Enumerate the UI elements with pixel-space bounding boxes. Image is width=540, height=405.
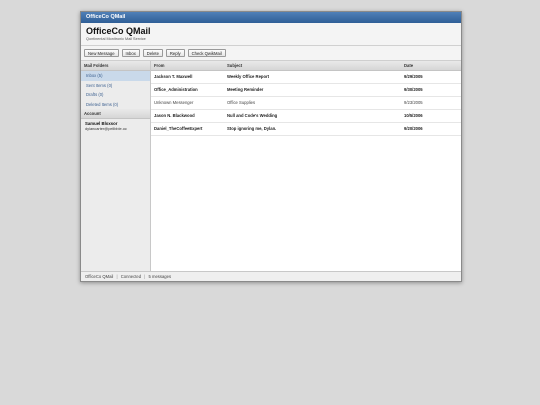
folder-deleted-items[interactable]: Deleted Items (0) <box>81 100 150 110</box>
window-titlebar: OfficeCo QMail <box>81 12 461 23</box>
status-app-name: OfficeCo QMail <box>85 274 114 279</box>
app-name: OfficeCo QMail <box>86 26 151 36</box>
message-subject: Meeting Reminder <box>227 87 264 92</box>
status-separator: | <box>144 274 146 279</box>
column-header-subject[interactable]: Subject <box>227 61 404 70</box>
message-list-header: From Subject Date <box>151 61 461 71</box>
status-separator: | <box>116 274 118 279</box>
message-subject: Weekly Office Report <box>227 74 270 79</box>
account-info: Samuel Bloxsor dylancarter@pellbble.oc <box>81 119 150 131</box>
message-row[interactable]: Jason N. Blackwood Null and Code's Weddi… <box>151 110 461 123</box>
column-header-from[interactable]: From <box>151 61 227 70</box>
message-from: Jackson T. Maxwell <box>154 74 193 79</box>
message-list: From Subject Date Jackson T. Maxwell Wee… <box>151 61 461 272</box>
message-row[interactable]: Daniel_TheCoffeeExpert Stop ignoring me,… <box>151 123 461 136</box>
message-subject: Null and Code's Wedding <box>227 113 278 118</box>
message-date: 9/20/2006 <box>404 126 423 131</box>
new-message-button[interactable]: New Message <box>84 49 119 57</box>
column-header-date[interactable]: Date <box>404 61 461 70</box>
sidebar: Mail Folders Inbox (5) Sent Items (0) Dr… <box>81 61 151 272</box>
reply-button[interactable]: Reply <box>165 49 185 57</box>
account-heading: Account <box>81 109 150 119</box>
message-row[interactable]: Office_Administration Meeting Reminder 9… <box>151 84 461 97</box>
app-header: OfficeCo QMail Qontinental Monitronic Ma… <box>81 23 461 46</box>
message-date: 9/30/2005 <box>404 87 423 92</box>
folders-heading: Mail Folders <box>81 61 150 71</box>
delete-button[interactable]: Delete <box>142 49 163 57</box>
account-email: dylancarter@pellbble.oc <box>85 126 127 131</box>
message-from: Jason N. Blackwood <box>154 113 195 118</box>
message-date: 10/5/2006 <box>404 113 423 118</box>
inbox-button[interactable]: Inbox <box>121 49 140 57</box>
folder-drafts[interactable]: Drafts (0) <box>81 90 150 100</box>
status-message-count: 5 messages <box>148 274 172 279</box>
message-row[interactable]: Jackson T. Maxwell Weekly Office Report … <box>151 71 461 84</box>
folder-sent-items[interactable]: Sent Items (0) <box>81 81 150 91</box>
message-date: 9/29/2005 <box>404 74 423 79</box>
message-from: Office_Administration <box>154 87 198 92</box>
message-subject: Stop ignoring me, Dylan. <box>227 126 277 131</box>
status-connection: Connected <box>120 274 142 279</box>
folder-inbox[interactable]: Inbox (5) <box>81 71 150 81</box>
message-row[interactable]: Unknown Messenger Office Supplies 9/23/2… <box>151 97 461 110</box>
message-from: Daniel_TheCoffeeExpert <box>154 126 203 131</box>
message-from: Unknown Messenger <box>154 100 194 105</box>
status-bar: OfficeCo QMail | Connected | 5 messages <box>81 271 461 281</box>
app-subtitle: Qontinental Monitronic Mail Service <box>86 37 146 41</box>
toolbar: New Message Inbox Delete Reply Check Qwi… <box>81 46 461 61</box>
mail-body: Mail Folders Inbox (5) Sent Items (0) Dr… <box>81 61 461 272</box>
check-mail-button[interactable]: Check QwikMail <box>187 49 226 57</box>
message-subject: Office Supplies <box>227 100 256 105</box>
mail-window: OfficeCo QMail OfficeCo QMail Qontinenta… <box>80 11 462 282</box>
message-date: 9/23/2005 <box>404 100 423 105</box>
